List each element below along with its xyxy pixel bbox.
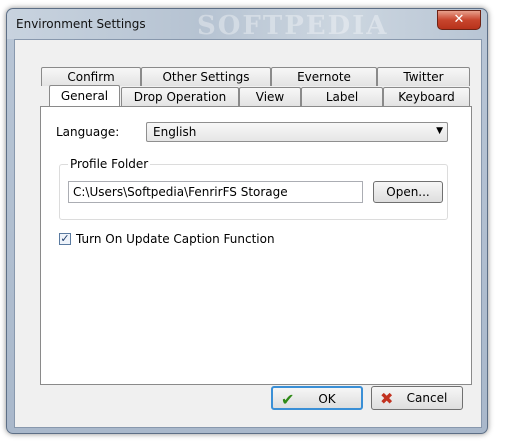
close-button[interactable]: ✕ [437,10,481,30]
profile-folder-group: Profile Folder Open... [59,157,448,220]
title-bar[interactable]: Environment Settings SOFTPEDIA ✕ [7,9,487,41]
caption-function-checkbox[interactable]: ✓ [59,233,71,245]
tab-drop-operation[interactable]: Drop Operation [121,87,239,106]
cancel-label: Cancel [406,391,448,405]
tab-other-settings[interactable]: Other Settings [141,67,271,86]
window-title: Environment Settings [16,17,146,31]
watermark: SOFTPEDIA [197,11,389,41]
ok-button[interactable]: ✔ OK [271,386,363,410]
environment-settings-window: Environment Settings SOFTPEDIA ✕ Confirm… [6,8,488,434]
tab-label[interactable]: Label [301,87,383,106]
open-button[interactable]: Open... [373,181,443,203]
language-label: Language: [56,125,120,139]
dialog-body: Confirm Other Settings Evernote Twitter … [14,39,482,428]
ok-label: OK [318,392,336,406]
chevron-down-icon: ▼ [436,126,443,136]
tab-twitter[interactable]: Twitter [377,67,470,86]
language-selected-value: English [153,125,197,139]
tab-view[interactable]: View [239,87,301,106]
tab-keyboard[interactable]: Keyboard [383,87,470,106]
general-panel: Language: English ▼ Profile Folder Open.… [40,106,472,385]
tab-general[interactable]: General [49,85,120,106]
tab-confirm[interactable]: Confirm [41,67,141,86]
close-icon: ✕ [453,12,465,27]
profile-folder-label: Profile Folder [68,157,151,171]
caption-function-label[interactable]: Turn On Update Caption Function [76,232,275,246]
tab-evernote[interactable]: Evernote [271,67,377,86]
profile-folder-input[interactable] [68,181,363,203]
cancel-button[interactable]: ✖ Cancel [371,386,463,410]
language-select[interactable]: English ▼ [146,122,448,142]
